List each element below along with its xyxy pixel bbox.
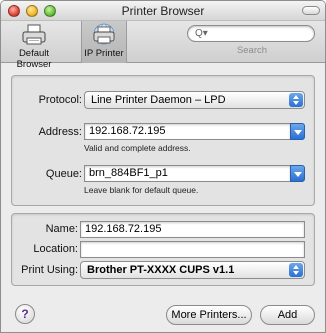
address-hint: Valid and complete address. xyxy=(84,143,191,153)
popup-arrows-icon xyxy=(289,263,303,277)
queue-combo[interactable]: brn_884BF1_p1 xyxy=(84,165,305,182)
address-label: Address: xyxy=(38,126,82,138)
queue-label: Queue: xyxy=(45,168,82,180)
protocol-value: Line Printer Daemon – LPD xyxy=(91,94,226,106)
location-field[interactable] xyxy=(80,241,305,258)
search-field[interactable]: Q▾ xyxy=(187,25,315,42)
default-browser-label: Default Browser xyxy=(16,48,52,70)
more-printers-button[interactable]: More Printers... xyxy=(166,305,252,325)
window-title: Printer Browser xyxy=(121,4,205,18)
location-label: Location: xyxy=(33,243,78,255)
address-combo[interactable]: 192.168.72.195 xyxy=(84,123,305,140)
printer-browser-window: Printer Browser Default Browser IP Print xyxy=(0,0,326,333)
title-bar: Printer Browser xyxy=(1,1,325,21)
ip-printer-button[interactable]: IP Printer xyxy=(81,21,127,63)
name-label: Name: xyxy=(45,223,78,235)
help-button[interactable]: ? xyxy=(15,304,35,324)
search-label: Search xyxy=(236,45,268,56)
queue-field[interactable]: brn_884BF1_p1 xyxy=(84,165,291,182)
name-field[interactable]: 192.168.72.195 xyxy=(80,221,305,238)
protocol-popup[interactable]: Line Printer Daemon – LPD xyxy=(84,91,305,109)
connection-settings-group: Protocol: Line Printer Daemon – LPD Addr… xyxy=(11,75,315,206)
printer-info-group: Name: 192.168.72.195 Location: Print Usi… xyxy=(11,213,315,286)
toolbar-toggle-button[interactable] xyxy=(302,6,320,15)
network-printer-icon xyxy=(93,23,115,45)
ip-printer-label: IP Printer xyxy=(84,48,124,59)
default-browser-button[interactable]: Default Browser xyxy=(3,21,65,70)
address-field[interactable]: 192.168.72.195 xyxy=(84,123,291,140)
print-using-label: Print Using: xyxy=(21,264,78,276)
search-icon: Q▾ xyxy=(195,28,208,39)
print-using-popup[interactable]: Brother PT-XXXX CUPS v1.1 xyxy=(80,261,305,279)
address-dropdown-icon[interactable] xyxy=(290,123,305,140)
queue-hint: Leave blank for default queue. xyxy=(84,185,199,195)
search-input[interactable] xyxy=(210,27,310,40)
search-area: Q▾ Search xyxy=(187,25,317,56)
protocol-label: Protocol: xyxy=(38,94,82,106)
printer-icon xyxy=(22,24,46,45)
queue-dropdown-icon[interactable] xyxy=(290,165,305,182)
toolbar: Default Browser IP Printer Q▾ Search xyxy=(1,21,325,70)
print-using-value: Brother PT-XXXX CUPS v1.1 xyxy=(87,264,235,276)
popup-arrows-icon xyxy=(289,93,303,107)
add-button[interactable]: Add xyxy=(260,305,315,325)
